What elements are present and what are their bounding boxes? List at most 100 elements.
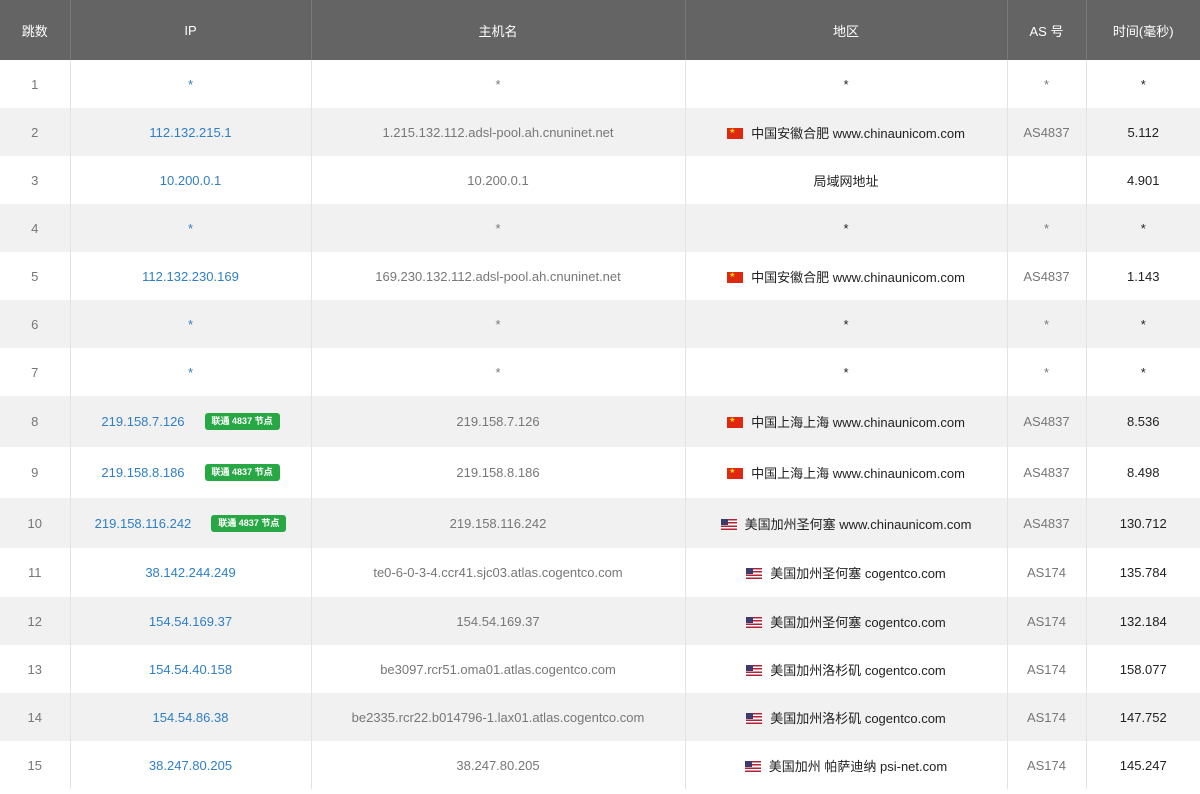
- cell-hop: 5: [0, 252, 70, 300]
- header-region: 地区: [684, 0, 1007, 60]
- region-text: *: [843, 220, 849, 236]
- cell-region: 中国安徽合肥 www.chinaunicom.com: [684, 108, 1007, 156]
- region-text: 美国加州 帕萨迪纳 psi-net.com: [768, 758, 948, 774]
- cell-time: 145.247: [1085, 741, 1200, 789]
- cell-ip: *: [69, 348, 311, 396]
- region-text: 美国加州圣何塞 cogentco.com: [770, 614, 946, 630]
- table-row: 9 219.158.8.186 联通 4837 节点 219.158.8.186 中国上…: [0, 447, 1200, 498]
- cell-as-number: AS4837: [1006, 252, 1086, 300]
- region-text: 美国加州洛杉矶 cogentco.com: [770, 710, 946, 726]
- usa-flag-icon: [746, 712, 763, 724]
- cell-hostname: 219.158.7.126: [310, 396, 685, 447]
- cell-region: 中国上海上海 www.chinaunicom.com: [684, 396, 1007, 447]
- cell-hostname: 219.158.8.186: [310, 447, 685, 498]
- region-text: *: [843, 76, 849, 92]
- cell-as-number: *: [1006, 204, 1086, 252]
- ip-link[interactable]: 219.158.7.126: [101, 414, 184, 429]
- cell-time: *: [1085, 348, 1200, 396]
- cell-region: 美国加州圣何塞 www.chinaunicom.com: [684, 498, 1007, 548]
- cell-ip: 112.132.215.1: [69, 108, 311, 156]
- ip-link[interactable]: *: [188, 221, 193, 236]
- cell-hostname: te0-6-0-3-4.ccr41.sjc03.atlas.cogentco.c…: [310, 548, 685, 597]
- cell-hop: 3: [0, 156, 70, 204]
- cell-time: 132.184: [1085, 597, 1200, 645]
- region-text: 美国加州圣何塞 www.chinaunicom.com: [744, 516, 972, 532]
- ip-link[interactable]: 154.54.86.38: [153, 710, 229, 725]
- cell-as-number: *: [1006, 300, 1086, 348]
- cell-hostname: 38.247.80.205: [310, 741, 685, 789]
- cell-ip: 154.54.40.158: [69, 645, 311, 693]
- cell-time: *: [1085, 300, 1200, 348]
- cell-as-number: *: [1006, 60, 1086, 108]
- cell-hostname: be3097.rcr51.oma01.atlas.cogentco.com: [310, 645, 685, 693]
- cell-as-number: AS4837: [1006, 396, 1086, 447]
- cell-time: 130.712: [1085, 498, 1200, 548]
- cell-hostname: 169.230.132.112.adsl-pool.ah.cnuninet.ne…: [310, 252, 685, 300]
- cell-as-number: AS174: [1006, 548, 1086, 597]
- cell-hostname: 219.158.116.242: [310, 498, 685, 548]
- cell-hostname: 1.215.132.112.adsl-pool.ah.cnuninet.net: [310, 108, 685, 156]
- cell-ip: 38.247.80.205: [69, 741, 311, 789]
- usa-flag-icon: [720, 518, 737, 530]
- table-row: 13 154.54.40.158 be3097.rcr51.oma01.atlas.…: [0, 645, 1200, 693]
- usa-flag-icon: [744, 760, 761, 772]
- cell-hostname: 154.54.169.37: [310, 597, 685, 645]
- ip-link[interactable]: 38.247.80.205: [149, 758, 232, 773]
- region-text: 美国加州洛杉矶 cogentco.com: [770, 662, 946, 678]
- table-row: 4 * * * * *: [0, 204, 1200, 252]
- ip-link[interactable]: 219.158.8.186: [101, 465, 184, 480]
- header-ip: IP: [69, 0, 311, 60]
- cell-ip: *: [69, 60, 311, 108]
- header-as-number: AS 号: [1006, 0, 1086, 60]
- ip-link[interactable]: 38.142.244.249: [145, 565, 235, 580]
- ip-link[interactable]: 219.158.116.242: [95, 516, 192, 531]
- cell-ip: 219.158.116.242 联通 4837 节点: [69, 498, 311, 548]
- region-text: *: [843, 364, 849, 380]
- cell-as-number: AS4837: [1006, 108, 1086, 156]
- ip-link[interactable]: 112.132.215.1: [149, 125, 231, 140]
- cell-ip: 154.54.86.38: [69, 693, 311, 741]
- node-badge: 联通 4837 节点: [204, 413, 280, 430]
- cell-time: 5.112: [1085, 108, 1200, 156]
- ip-link[interactable]: 112.132.230.169: [142, 269, 239, 284]
- cell-region: 美国加州圣何塞 cogentco.com: [684, 597, 1007, 645]
- table-row: 10 219.158.116.242 联通 4837 节点 219.158.116.2…: [0, 498, 1200, 548]
- usa-flag-icon: [746, 664, 763, 676]
- cell-ip: 154.54.169.37: [69, 597, 311, 645]
- cell-as-number: AS4837: [1006, 498, 1086, 548]
- cell-region: 美国加州洛杉矶 cogentco.com: [684, 693, 1007, 741]
- cell-time: 1.143: [1085, 252, 1200, 300]
- traceroute-table: 跳数 IP 主机名 地区 AS 号 时间(毫秒) 1 * * * * * 2 112.132.…: [0, 0, 1200, 789]
- cell-hostname: 10.200.0.1: [310, 156, 685, 204]
- ip-link[interactable]: 10.200.0.1: [160, 173, 221, 188]
- ip-link[interactable]: *: [188, 77, 193, 92]
- ip-link[interactable]: *: [188, 317, 193, 332]
- cell-as-number: AS174: [1006, 645, 1086, 693]
- cell-ip: 219.158.7.126 联通 4837 节点: [69, 396, 311, 447]
- cell-hop: 15: [0, 741, 70, 789]
- region-text: 中国安徽合肥 www.chinaunicom.com: [751, 269, 965, 285]
- cell-time: 8.536: [1085, 396, 1200, 447]
- cell-region: 中国安徽合肥 www.chinaunicom.com: [684, 252, 1007, 300]
- cell-hostname: *: [310, 60, 685, 108]
- region-text: 中国上海上海 www.chinaunicom.com: [751, 415, 965, 430]
- ip-link[interactable]: 154.54.40.158: [149, 662, 232, 677]
- table-row: 12 154.54.169.37 154.54.169.37 美国加州圣何塞 coge…: [0, 597, 1200, 645]
- header-hostname: 主机名: [310, 0, 685, 60]
- cell-region: *: [684, 348, 1007, 396]
- cell-time: *: [1085, 60, 1200, 108]
- cell-time: *: [1085, 204, 1200, 252]
- table-row: 3 10.200.0.1 10.200.0.1 局域网地址 4.901: [0, 156, 1200, 204]
- cell-region: 美国加州洛杉矶 cogentco.com: [684, 645, 1007, 693]
- region-text: *: [843, 316, 849, 332]
- ip-link[interactable]: 154.54.169.37: [149, 614, 232, 629]
- node-badge: 联通 4837 节点: [204, 464, 280, 481]
- ip-link[interactable]: *: [188, 365, 193, 380]
- cell-ip: 112.132.230.169: [69, 252, 311, 300]
- node-badge: 联通 4837 节点: [211, 514, 287, 532]
- cell-hop: 7: [0, 348, 70, 396]
- cell-time: 8.498: [1085, 447, 1200, 498]
- cell-as-number: AS4837: [1006, 447, 1086, 498]
- cell-as-number: AS174: [1006, 693, 1086, 741]
- region-text: 局域网地址: [813, 173, 879, 189]
